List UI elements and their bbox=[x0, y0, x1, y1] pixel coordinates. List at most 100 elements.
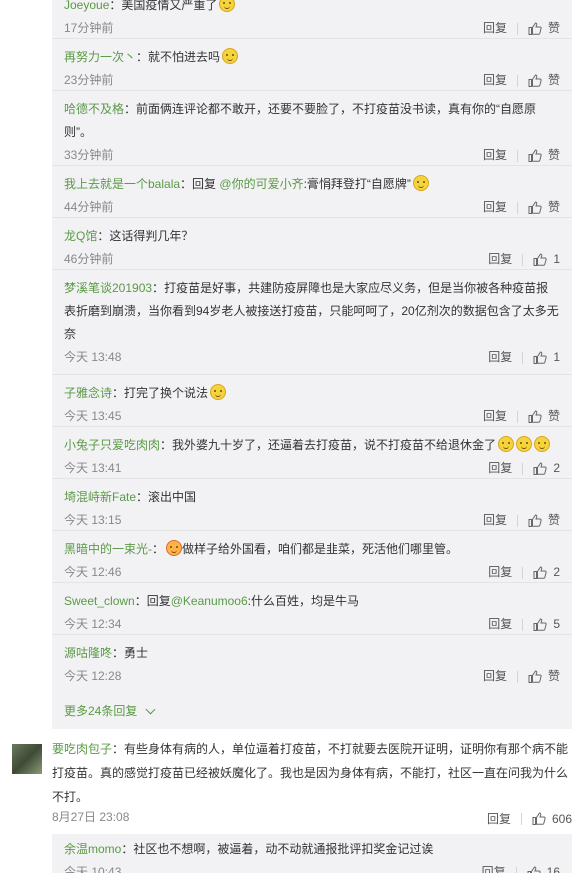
list-item: 我上去就是一个balala：回复 @你的可爱小齐:膏悁拜登打“自愿牌” 44分钟前… bbox=[52, 166, 572, 218]
reply-button[interactable]: 回复 bbox=[483, 144, 507, 167]
reply-body: 打完了换个说法 bbox=[124, 386, 209, 400]
like-count: 1 bbox=[553, 252, 560, 266]
list-item: 余温momo：社区也不想啊，被逼着，动不动就通报批评扣奖金记过诶 今天 10:4… bbox=[52, 834, 572, 873]
reply-body: 就不怕进去吗 bbox=[148, 50, 221, 64]
reply-user[interactable]: Joeyoue bbox=[64, 0, 109, 12]
reply-user[interactable]: 我上去就是一个balala bbox=[64, 177, 180, 191]
like-count: 赞 bbox=[547, 200, 560, 214]
separator: ： bbox=[152, 281, 165, 295]
reply-button[interactable]: 回复 bbox=[483, 665, 507, 688]
like-count: 赞 bbox=[547, 148, 560, 162]
reply-button[interactable]: 回复 bbox=[488, 613, 512, 636]
reply-actions: 回复 2 bbox=[488, 561, 560, 584]
reply-meta: 今天 12:34 回复 5 bbox=[52, 613, 572, 636]
reply-button[interactable]: 回复 bbox=[483, 196, 507, 219]
reply-meta: 44分钟前 回复 赞 bbox=[52, 196, 572, 219]
main-comment-user[interactable]: 要吃肉包子 bbox=[52, 742, 112, 756]
reply-text: 梦溪笔谈201903：打疫苗是好事，共建防疫屏障也是大家应尽义务，但是当你被各种… bbox=[52, 270, 572, 346]
reply-button[interactable]: 回复 bbox=[488, 346, 512, 369]
like-button[interactable]: 606 bbox=[532, 809, 572, 829]
separator: ： bbox=[152, 542, 165, 556]
reply-text: 源咕隆咚：勇士 bbox=[52, 635, 572, 665]
list-item: 源咕隆咚：勇士今天 12:28 回复 赞 bbox=[52, 635, 572, 687]
avatar[interactable] bbox=[12, 744, 42, 774]
reply-user[interactable]: 哈德不及格 bbox=[64, 102, 124, 116]
reply-actions: 回复 赞 bbox=[483, 144, 560, 167]
like-button[interactable]: 赞 bbox=[528, 196, 560, 219]
smile-emoji-icon bbox=[534, 436, 551, 452]
reply-meta: 今天 13:45 回复 赞 bbox=[52, 405, 572, 428]
reply-text: Sweet_clown：回复@Keanumoo6:什么百姓，均是牛马 bbox=[52, 583, 572, 613]
like-count: 2 bbox=[553, 461, 560, 475]
timestamp: 今天 12:28 bbox=[64, 669, 122, 683]
reply-user[interactable]: 余温momo bbox=[64, 842, 121, 856]
reply-meta: 17分钟前 回复 赞 bbox=[52, 17, 572, 40]
reply-actions: 回复 赞 bbox=[483, 196, 560, 219]
like-button[interactable]: 赞 bbox=[528, 144, 560, 167]
separator: ： bbox=[180, 177, 193, 191]
smile-emoji-icon bbox=[516, 436, 533, 452]
like-button[interactable]: 16 bbox=[527, 861, 560, 873]
like-button[interactable]: 2 bbox=[533, 457, 560, 480]
reply-user[interactable]: 源咕隆咚 bbox=[64, 646, 112, 660]
more-replies-label: 更多24条回复 bbox=[64, 704, 138, 718]
reply-user[interactable]: Sweet_clown bbox=[64, 594, 135, 608]
divider bbox=[515, 866, 517, 873]
reply-user[interactable]: 子雅念诗 bbox=[64, 386, 112, 400]
reply-user[interactable]: 小兔子只爱吃肉肉 bbox=[64, 438, 160, 452]
reply-meta: 今天 12:46 回复 2 bbox=[52, 561, 572, 584]
reply-meta: 今天 13:15 回复 赞 bbox=[52, 509, 572, 532]
like-button[interactable]: 1 bbox=[533, 346, 560, 369]
reply-user[interactable]: 梦溪笔谈201903 bbox=[64, 281, 152, 295]
thumbs-up-icon bbox=[527, 866, 541, 873]
smile-emoji-icon bbox=[210, 384, 227, 400]
mention-link[interactable]: @你的可爱小齐 bbox=[219, 177, 303, 191]
thumbs-up-icon bbox=[528, 410, 542, 423]
like-button[interactable]: 赞 bbox=[528, 69, 560, 92]
reply-meta: 23分钟前 回复 赞 bbox=[52, 69, 572, 92]
like-button[interactable]: 赞 bbox=[528, 509, 560, 532]
divider bbox=[522, 462, 524, 475]
timestamp: 今天 12:34 bbox=[64, 617, 122, 631]
reply-body: 我外婆九十岁了，还逼着去打疫苗，说不打疫苗不给退休金了 bbox=[172, 438, 497, 452]
like-count: 赞 bbox=[547, 73, 560, 87]
separator: ： bbox=[136, 490, 149, 504]
timestamp: 33分钟前 bbox=[64, 148, 114, 162]
reply-button[interactable]: 回复 bbox=[488, 561, 512, 584]
reply-button[interactable]: 回复 bbox=[483, 405, 507, 428]
reply-actions: 回复 1 bbox=[488, 346, 560, 369]
reply-body-cont: :什么百姓，均是牛马 bbox=[247, 594, 359, 608]
reply-user[interactable]: 再努力一次丶 bbox=[64, 50, 136, 64]
reply-body: 回复 bbox=[146, 594, 171, 608]
like-button[interactable]: 赞 bbox=[528, 405, 560, 428]
thumbs-up-icon bbox=[533, 462, 547, 475]
like-button[interactable]: 2 bbox=[533, 561, 560, 584]
like-button[interactable]: 5 bbox=[533, 613, 560, 636]
reply-meta: 今天 13:41 回复 2 bbox=[52, 457, 572, 480]
reply-user[interactable]: 黑暗中的一束光- bbox=[64, 542, 152, 556]
timestamp: 17分钟前 bbox=[64, 21, 114, 35]
reply-actions: 回复 赞 bbox=[483, 17, 560, 40]
reply-button[interactable]: 回复 bbox=[487, 809, 511, 829]
reply-text: 黑暗中的一束光-： 做样子给外国看，咱们都是韭菜，死活他们哪里管。 bbox=[52, 531, 572, 561]
reply-actions: 回复 2 bbox=[488, 457, 560, 480]
comment-actions: 回复 606 bbox=[487, 807, 572, 830]
more-replies-link[interactable]: 更多24条回复 bbox=[64, 702, 156, 720]
reply-button[interactable]: 回复 bbox=[488, 457, 512, 480]
reply-button[interactable]: 回复 bbox=[488, 248, 512, 271]
timestamp: 今天 10:43 bbox=[64, 865, 122, 873]
divider bbox=[516, 410, 518, 423]
reply-button[interactable]: 回复 bbox=[483, 69, 507, 92]
mention-link[interactable]: @Keanumoo6 bbox=[171, 594, 248, 608]
reply-button[interactable]: 回复 bbox=[483, 17, 507, 40]
divider bbox=[522, 253, 524, 266]
like-button[interactable]: 1 bbox=[533, 248, 560, 271]
reply-button[interactable]: 回复 bbox=[482, 861, 506, 873]
thumbs-up-icon bbox=[533, 566, 547, 579]
reply-user[interactable]: 龙Q馆 bbox=[64, 229, 97, 243]
reply-button[interactable]: 回复 bbox=[483, 509, 507, 532]
reply-text: 我上去就是一个balala：回复 @你的可爱小齐:膏悁拜登打“自愿牌” bbox=[52, 166, 572, 196]
reply-user[interactable]: 埼混峙新Fate bbox=[64, 490, 136, 504]
like-button[interactable]: 赞 bbox=[528, 665, 560, 688]
like-button[interactable]: 赞 bbox=[528, 17, 560, 40]
